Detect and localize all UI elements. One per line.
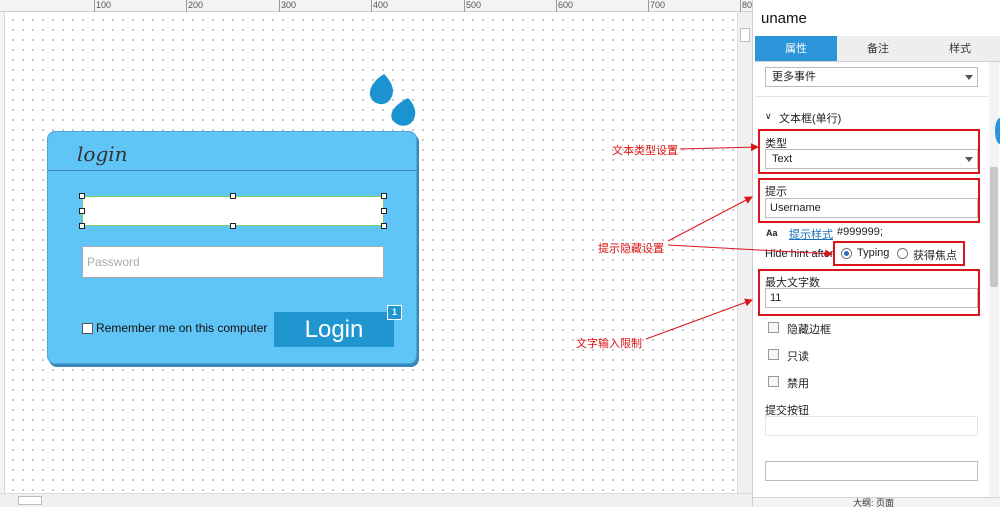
annotation-text-type: 文本类型设置 (612, 145, 678, 157)
resize-handle[interactable] (381, 208, 387, 214)
hide-border-label: 隐藏边框 (787, 324, 831, 336)
ruler-tick (371, 0, 372, 12)
ruler-tick-label: 400 (373, 0, 389, 10)
ruler-tick-label: 700 (650, 0, 666, 10)
water-drop-icon (369, 74, 416, 126)
remember-me-checkbox[interactable] (82, 322, 93, 334)
password-input[interactable]: Password (82, 246, 384, 278)
hide-border-checkbox[interactable] (768, 322, 779, 333)
vertical-ruler (0, 12, 5, 507)
resize-handle[interactable] (381, 193, 387, 199)
horizontal-ruler: 100 200 300 400 500 600 700 80 (0, 0, 752, 12)
ruler-tick (464, 0, 465, 12)
resize-handle[interactable] (79, 208, 85, 214)
remember-me-row[interactable]: Remember me on this computer (82, 321, 267, 335)
design-canvas[interactable]: 100 200 300 400 500 600 700 80 login Pas… (0, 0, 752, 507)
disabled-checkbox[interactable] (768, 376, 779, 387)
hint-style-icon: Aa (766, 228, 778, 238)
inspector-tabs: 属性 备注 样式 (755, 36, 1000, 62)
ruler-tick (279, 0, 280, 12)
resize-handle[interactable] (230, 223, 236, 229)
more-events-value: 更多事件 (772, 71, 816, 83)
scrollbar-thumb[interactable] (18, 496, 42, 505)
ruler-tick (740, 0, 741, 12)
interaction-badge: 1 (387, 305, 402, 320)
tab-notes[interactable]: 备注 (837, 36, 919, 61)
hide-hint-label: Hide hint after (765, 248, 834, 260)
remember-me-label: Remember me on this computer (96, 321, 268, 335)
ruler-tick (94, 0, 95, 12)
submit-button-select[interactable] (765, 416, 978, 436)
ruler-tick-label: 80 (742, 0, 752, 10)
highlight-max-length-box (758, 269, 980, 316)
highlight-type-box (758, 129, 980, 174)
resize-handle[interactable] (230, 193, 236, 199)
resize-handle[interactable] (79, 193, 85, 199)
login-button[interactable]: Login (274, 312, 394, 347)
highlight-hint-box (758, 178, 980, 223)
scrollbar-thumb[interactable] (740, 28, 750, 42)
divider (755, 96, 988, 97)
ruler-tick (186, 0, 187, 12)
tab-style[interactable]: 样式 (919, 36, 1000, 61)
scrollbar-thumb[interactable] (990, 167, 998, 287)
resize-handle[interactable] (381, 223, 387, 229)
login-title: login (77, 142, 128, 166)
login-divider (48, 170, 416, 171)
widget-name[interactable]: uname (761, 10, 807, 27)
canvas-horizontal-scrollbar[interactable] (0, 493, 752, 507)
tab-properties[interactable]: 属性 (755, 36, 837, 61)
readonly-label: 只读 (787, 351, 809, 363)
chevron-down-icon (965, 75, 973, 80)
section-header: 文本框(单行) (779, 113, 842, 125)
outline-label: 大纲: 页面 (853, 498, 895, 507)
ruler-tick (556, 0, 557, 12)
highlight-hide-hint-box (833, 241, 965, 266)
resize-handle[interactable] (79, 223, 85, 229)
more-events-select[interactable]: 更多事件 (765, 67, 978, 87)
collapse-chevron-icon[interactable]: ∨ (765, 111, 772, 122)
outline-bar: 大纲: 页面 (753, 497, 1000, 507)
ruler-tick-label: 500 (466, 0, 482, 10)
ruler-tick (648, 0, 649, 12)
annotation-max-length: 文字输入限制 (576, 338, 642, 350)
username-input[interactable] (79, 193, 387, 229)
ruler-tick-label: 300 (281, 0, 297, 10)
login-panel: login Password Remember me on this compu… (47, 131, 417, 364)
extra-input[interactable] (765, 461, 978, 481)
ruler-tick-label: 100 (96, 0, 112, 10)
readonly-checkbox[interactable] (768, 349, 779, 360)
ruler-tick-label: 200 (188, 0, 204, 10)
annotation-hint-hide: 提示隐藏设置 (598, 243, 664, 255)
canvas-vertical-scrollbar[interactable] (737, 12, 752, 493)
hint-style-color: #999999; (837, 226, 883, 238)
disabled-label: 禁用 (787, 378, 809, 390)
hint-style-link[interactable]: 提示样式 (789, 226, 833, 242)
ruler-tick-label: 600 (558, 0, 574, 10)
panel-edge-icon (995, 118, 1000, 144)
